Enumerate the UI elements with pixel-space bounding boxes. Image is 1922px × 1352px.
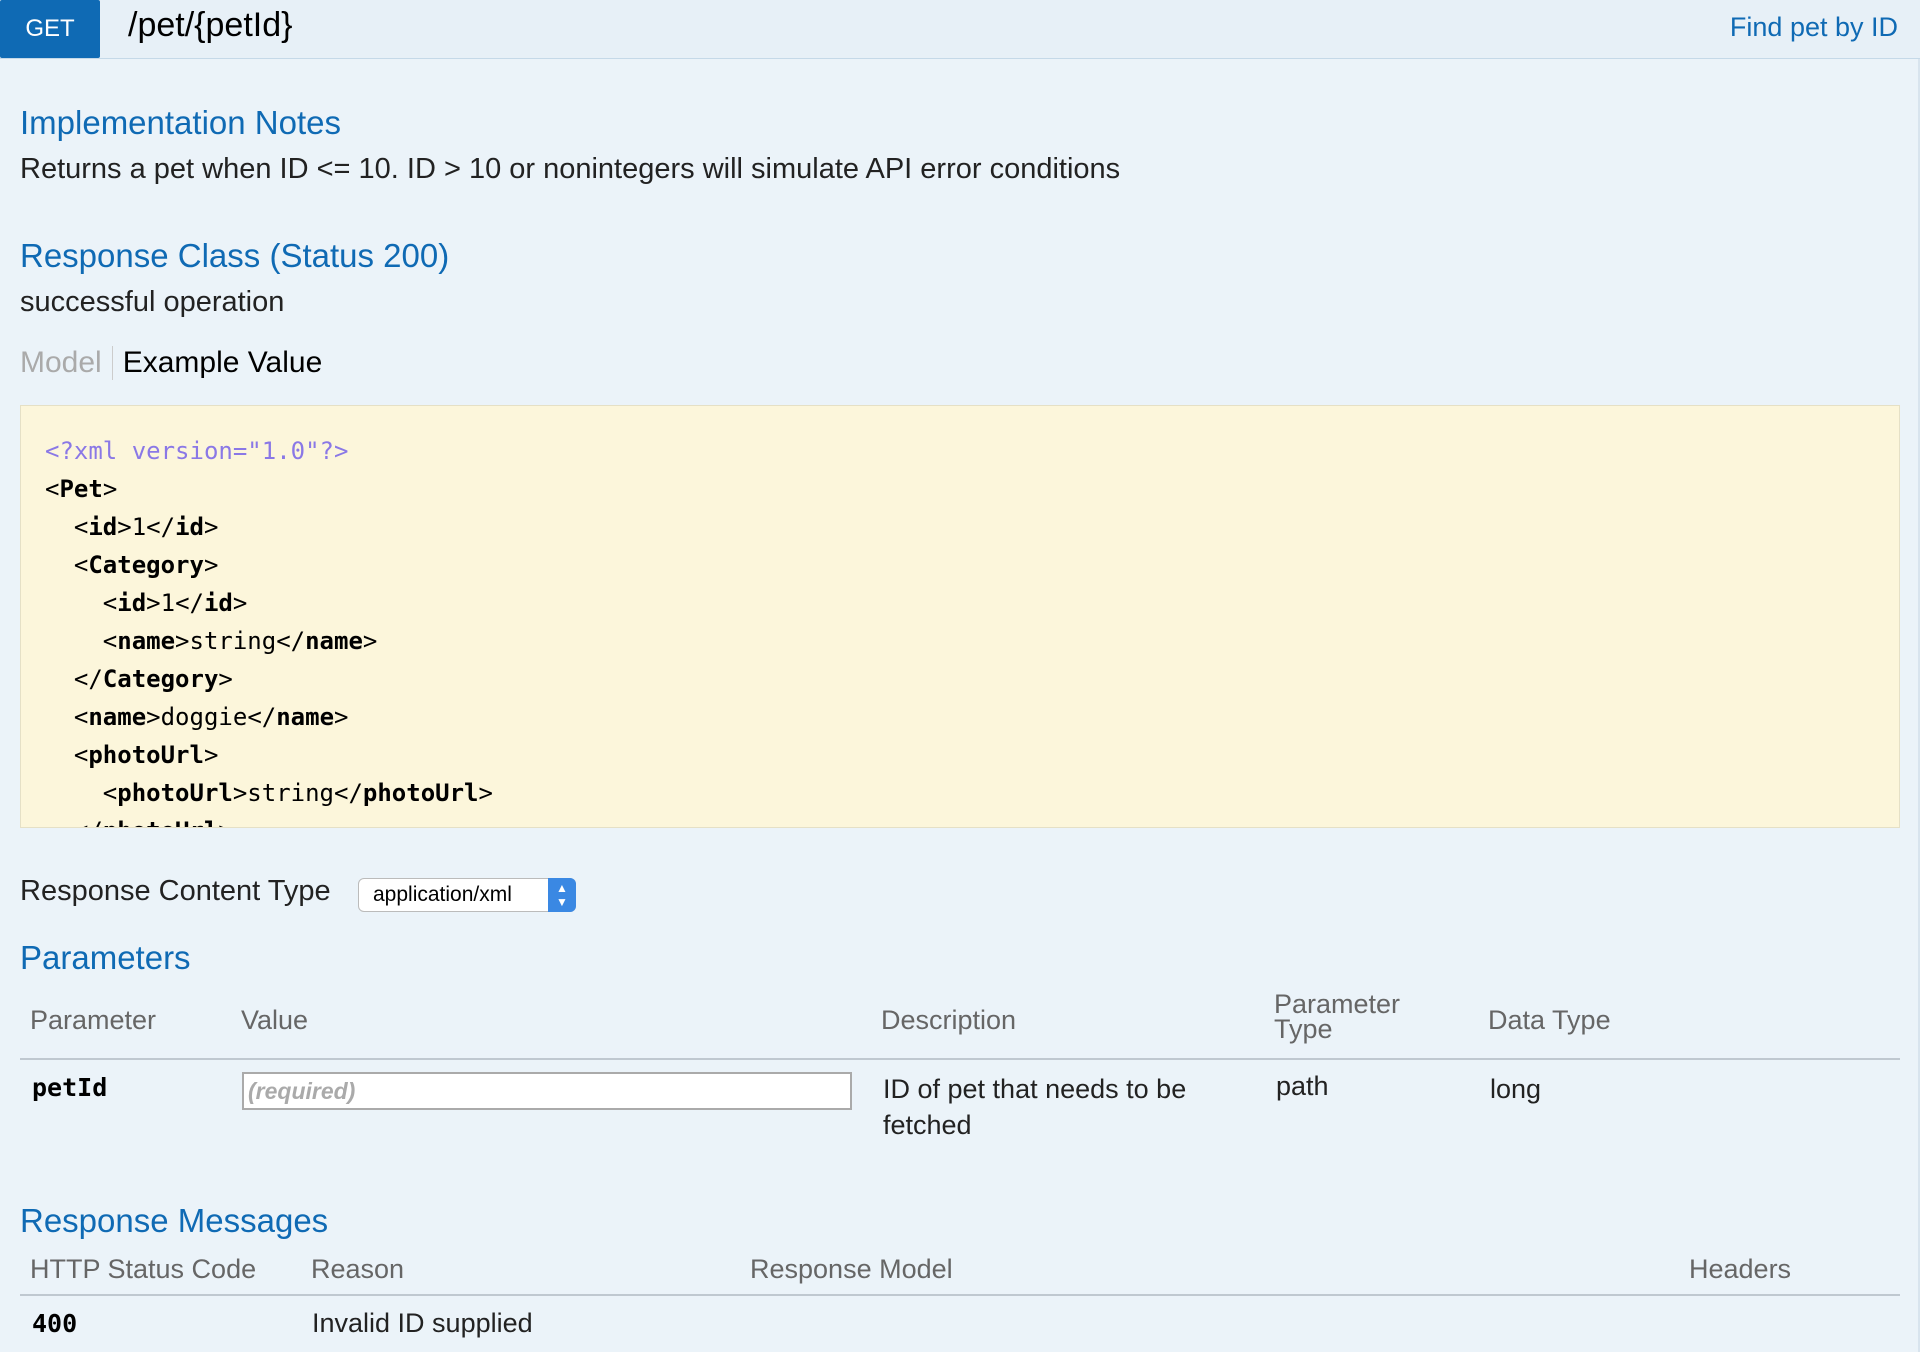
- xml-tag-name: Category: [102, 665, 219, 693]
- tab-model[interactable]: Model: [20, 346, 113, 380]
- example-xml-code: <?xml version="1.0"?> <Pet> <id>1</id> <…: [21, 406, 1899, 827]
- response-messages-heading: Response Messages: [20, 1202, 329, 1239]
- xml-tag-name: id: [88, 513, 118, 541]
- implementation-notes-text: Returns a pet when ID <= 10. ID > 10 or …: [20, 153, 1121, 185]
- xml-tag-name: name: [117, 627, 176, 655]
- http-method-badge[interactable]: GET: [0, 0, 100, 58]
- xml-declaration: <?xml version="1.0"?>: [45, 437, 349, 465]
- example-value-snippet[interactable]: <?xml version="1.0"?> <Pet> <id>1</id> <…: [20, 405, 1900, 828]
- xml-line: <photoUrl>string</photoUrl>: [102, 779, 493, 807]
- operation-header[interactable]: GET /pet/{petId} Find pet by ID: [0, 0, 1920, 59]
- xml-line: </photoUrl>: [45, 817, 233, 827]
- param-description: ID of pet that needs to be fetched: [883, 1074, 1187, 1140]
- response-reason: Invalid ID supplied: [312, 1308, 533, 1338]
- xml-tag-name: photoUrl: [362, 779, 479, 807]
- operation-panel: GET /pet/{petId} Find pet by ID Implemen…: [0, 0, 1920, 1352]
- param-col-parameter-type: Parameter Type: [1274, 989, 1401, 1044]
- xml-tag-name: name: [305, 627, 363, 655]
- parameters-header-divider: [20, 1058, 1900, 1060]
- xml-tag-name: name: [276, 703, 335, 731]
- param-col-value: Value: [241, 1005, 309, 1035]
- petid-value-input[interactable]: [242, 1072, 852, 1110]
- param-type: path: [1276, 1071, 1329, 1101]
- tab-example-value[interactable]: Example Value: [113, 346, 323, 380]
- xml-tag-name: photoUrl: [117, 779, 233, 807]
- model-tabs: Model Example Value: [20, 346, 322, 380]
- resp-col-headers: Headers: [1689, 1254, 1792, 1284]
- xml-line: </Category>: [73, 665, 233, 693]
- xml-tag-name: Category: [88, 551, 204, 579]
- xml-line: <id>1</id>: [102, 589, 248, 617]
- xml-line: <Category>: [73, 551, 219, 579]
- param-name-petid: petId: [32, 1073, 108, 1102]
- xml-line: <name>string</name>: [102, 627, 378, 655]
- param-col-description: Description: [881, 1005, 1017, 1035]
- select-arrows-icon: ▲ ▼: [548, 878, 576, 912]
- response-messages-header-divider: [20, 1294, 1900, 1296]
- resp-col-reason: Reason: [311, 1254, 405, 1284]
- param-col-parameter: Parameter: [30, 1005, 157, 1035]
- response-content-type-value: application/xml: [373, 883, 512, 906]
- operation-summary-link[interactable]: Find pet by ID: [1730, 12, 1898, 43]
- response-content-type-label: Response Content Type: [20, 875, 331, 907]
- implementation-notes-heading: Implementation Notes: [20, 104, 341, 141]
- xml-tag-name: photoUrl: [88, 741, 204, 769]
- response-class-heading: Response Class (Status 200): [20, 237, 450, 274]
- response-class-text: successful operation: [20, 286, 285, 318]
- response-status-code: 400: [32, 1309, 78, 1338]
- parameters-heading: Parameters: [20, 939, 191, 976]
- xml-tag-name: id: [117, 589, 147, 617]
- xml-line: <id>1</id>: [73, 513, 219, 541]
- xml-tag-name: name: [88, 703, 147, 731]
- xml-tag-name: id: [175, 513, 204, 541]
- xml-line: <Pet>: [45, 475, 118, 503]
- xml-line: <name>doggie</name>: [73, 703, 349, 731]
- param-data-type: long: [1490, 1074, 1542, 1104]
- response-content-type-select[interactable]: application/xml ▲ ▼: [358, 878, 576, 912]
- xml-tag-name: id: [203, 589, 233, 617]
- resp-col-response-model: Response Model: [750, 1254, 953, 1284]
- resp-col-status-code: HTTP Status Code: [30, 1254, 257, 1284]
- xml-line: <photoUrl>: [73, 741, 219, 769]
- param-col-data-type: Data Type: [1488, 1005, 1611, 1035]
- xml-tag-name: Pet: [59, 475, 103, 503]
- xml-tag-name: photoUrl: [103, 817, 219, 827]
- endpoint-path[interactable]: /pet/{petId}: [128, 6, 293, 45]
